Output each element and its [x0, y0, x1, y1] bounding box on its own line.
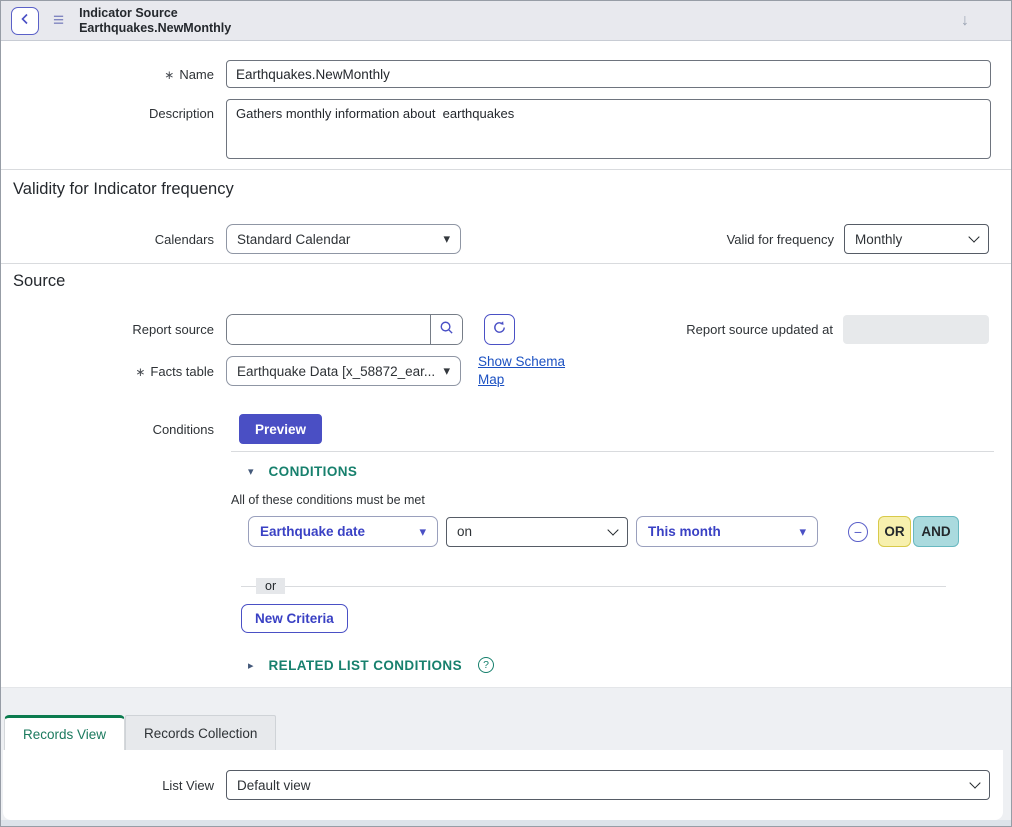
page-title-line1: Indicator Source: [79, 6, 231, 21]
required-icon: ∗: [164, 68, 174, 82]
divider: [1, 169, 1011, 170]
caret-down-icon: ▾: [419, 524, 426, 540]
calendars-value: Standard Calendar: [237, 232, 350, 247]
scroll-down-icon[interactable]: ↓: [961, 13, 969, 29]
related-list-conditions-header[interactable]: ▸ RELATED LIST CONDITIONS ?: [231, 657, 994, 673]
report-source-row: Report source Report source updated at: [1, 314, 1011, 345]
conditions-intro-text: All of these conditions must be met: [231, 493, 994, 507]
bottom-panel: Records View Records Collection List Vie…: [1, 687, 1011, 826]
frequency-group: Valid for frequency Monthly: [727, 224, 989, 254]
preview-button[interactable]: Preview: [239, 414, 322, 444]
source-section-title: Source: [13, 272, 1011, 291]
description-row: Description Gathers monthly information …: [1, 99, 1011, 159]
report-source-label: Report source: [1, 322, 214, 337]
tab-strip: Records View Records Collection: [1, 688, 1011, 750]
facts-table-value: Earthquake Data [x_58872_ear...: [237, 364, 435, 379]
remove-condition-button[interactable]: −: [848, 522, 868, 542]
triangle-down-icon[interactable]: ▾: [248, 465, 254, 478]
tab-records-view[interactable]: Records View: [4, 715, 125, 750]
condition-value: This month: [648, 524, 721, 539]
conditions-section-header[interactable]: ▾ CONDITIONS: [231, 452, 994, 479]
conditions-row: Conditions Preview: [1, 414, 1011, 444]
or-button[interactable]: OR: [878, 516, 911, 547]
condition-operator-value: on: [457, 524, 472, 539]
frequency-select[interactable]: Monthly: [844, 224, 989, 254]
facts-table-row: ∗Facts table Earthquake Data [x_58872_ea…: [1, 353, 1011, 389]
frequency-value: Monthly: [855, 232, 902, 247]
required-icon: ∗: [135, 365, 145, 379]
hamburger-menu-icon[interactable]: ≡: [53, 11, 64, 30]
and-button[interactable]: AND: [913, 516, 959, 547]
facts-table-dropdown[interactable]: Earthquake Data [x_58872_ear... ▾: [226, 356, 461, 386]
refresh-icon: [492, 320, 507, 340]
calendars-dropdown[interactable]: Standard Calendar ▾: [226, 224, 461, 254]
tab-records-collection[interactable]: Records Collection: [125, 715, 276, 750]
condition-value-dropdown[interactable]: This month ▾: [636, 516, 818, 547]
chevron-left-icon: [20, 12, 30, 30]
report-source-reference: [226, 314, 463, 345]
condition-builder: ▾ CONDITIONS All of these conditions mus…: [231, 451, 994, 673]
condition-field-value: Earthquake date: [260, 524, 365, 539]
chevron-down-icon: [968, 231, 979, 242]
or-divider-chip: or: [256, 578, 285, 594]
facts-table-label: ∗Facts table: [1, 364, 214, 379]
frequency-label: Valid for frequency: [727, 232, 834, 247]
reference-lookup-button[interactable]: [430, 315, 462, 344]
related-list-conditions-title: RELATED LIST CONDITIONS: [269, 658, 462, 673]
report-source-input[interactable]: [227, 315, 430, 344]
divider: [1, 263, 1011, 264]
updated-at-readonly-field: [843, 315, 989, 344]
minus-icon: −: [854, 525, 862, 539]
chevron-down-icon: [607, 524, 618, 535]
description-label: Description: [1, 99, 214, 121]
name-row: ∗Name: [1, 60, 1011, 88]
list-view-label: List View: [3, 778, 214, 793]
or-divider: or: [241, 586, 946, 587]
caret-down-icon: ▾: [443, 363, 450, 379]
triangle-right-icon[interactable]: ▸: [248, 659, 254, 672]
new-criteria-button[interactable]: New Criteria: [241, 604, 348, 633]
list-view-select[interactable]: Default view: [226, 770, 990, 800]
records-view-card: List View Default view: [3, 750, 1003, 820]
page-title: Indicator Source Earthquakes.NewMonthly: [79, 6, 231, 36]
bottom-strip: [1, 820, 1011, 826]
name-input[interactable]: [226, 60, 991, 88]
conditions-label: Conditions: [1, 422, 214, 437]
validity-section-title: Validity for Indicator frequency: [13, 180, 1011, 199]
condition-field-dropdown[interactable]: Earthquake date ▾: [248, 516, 438, 547]
conditions-section-title: CONDITIONS: [269, 464, 358, 479]
condition-row: Earthquake date ▾ on This month ▾ − OR A…: [248, 516, 994, 547]
list-view-value: Default view: [237, 778, 311, 793]
show-schema-map-link[interactable]: Show Schema Map: [478, 353, 570, 389]
back-button[interactable]: [11, 7, 39, 35]
page-title-line2: Earthquakes.NewMonthly: [79, 21, 231, 36]
chevron-down-icon: [969, 777, 980, 788]
calendars-row: Calendars Standard Calendar ▾ Valid for …: [1, 224, 1011, 254]
help-icon[interactable]: ?: [478, 657, 494, 673]
caret-down-icon: ▾: [799, 524, 806, 540]
description-textarea[interactable]: Gathers monthly information about earthq…: [226, 99, 991, 159]
refresh-button[interactable]: [484, 314, 515, 345]
updated-at-label: Report source updated at: [686, 322, 833, 337]
calendars-label: Calendars: [1, 232, 214, 247]
indicator-source-window: ≡ Indicator Source Earthquakes.NewMonthl…: [0, 0, 1012, 827]
header-bar: ≡ Indicator Source Earthquakes.NewMonthl…: [1, 1, 1011, 41]
caret-down-icon: ▾: [443, 231, 450, 247]
search-icon: [439, 320, 454, 340]
name-label: ∗Name: [1, 67, 214, 82]
condition-operator-select[interactable]: on: [446, 517, 628, 547]
updated-at-group: Report source updated at: [686, 315, 989, 344]
